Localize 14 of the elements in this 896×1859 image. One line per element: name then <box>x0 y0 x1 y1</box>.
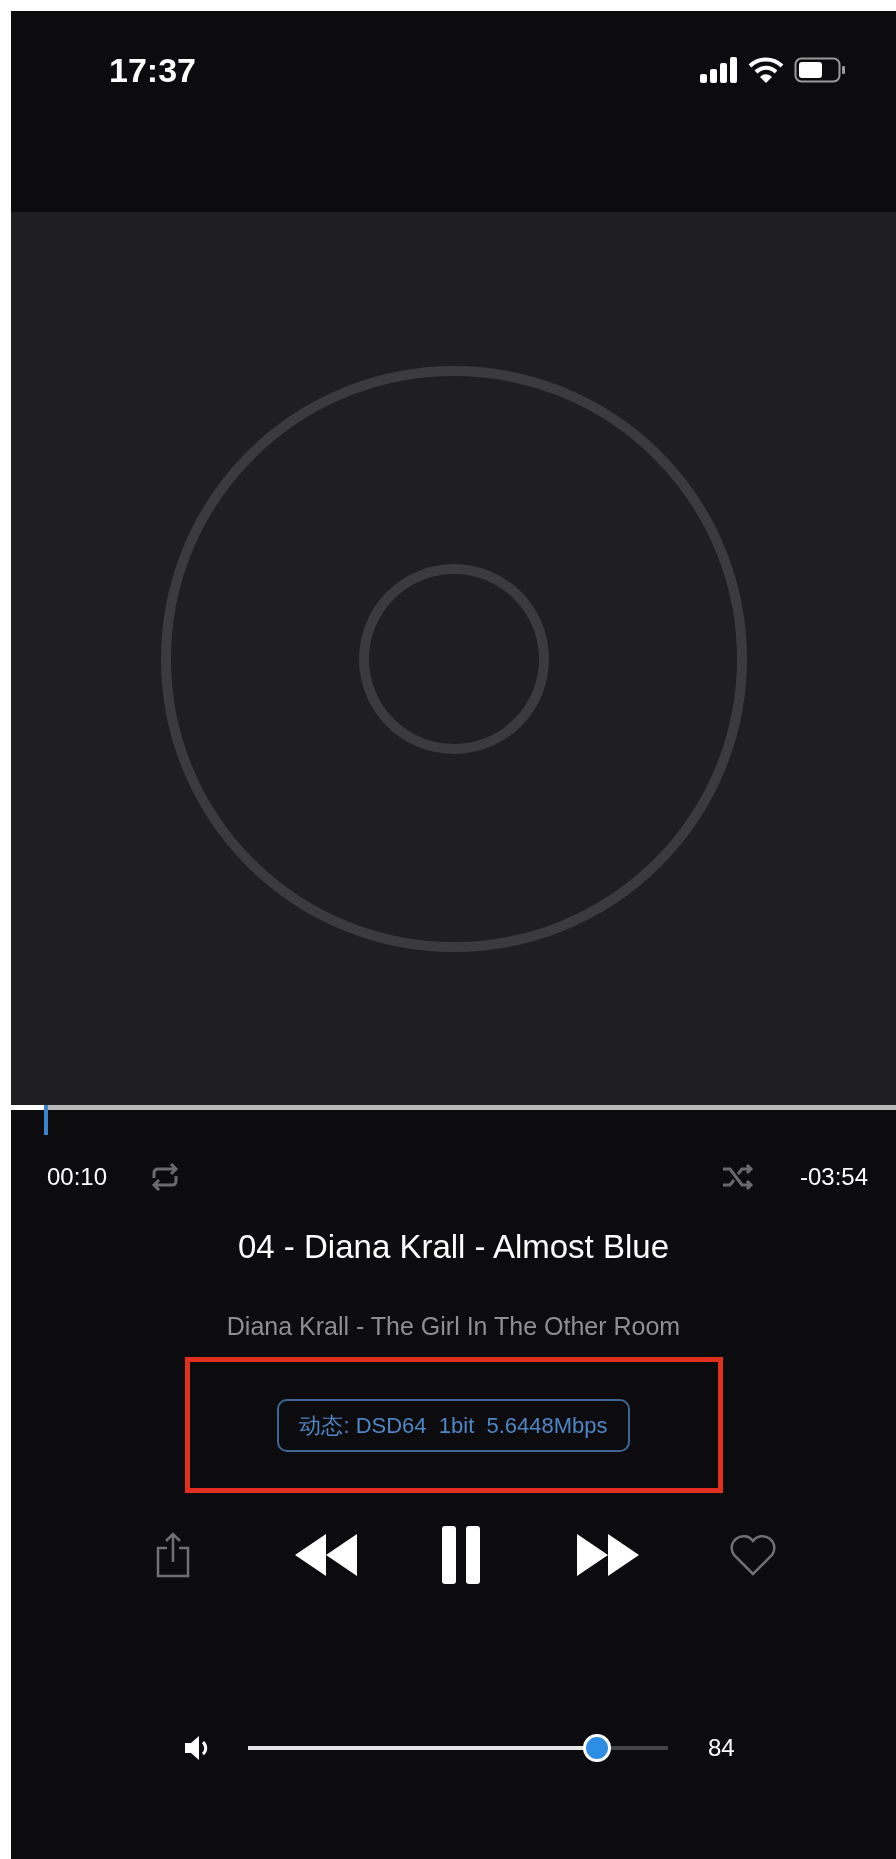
album-subtitle: Diana Krall - The Girl In The Other Room <box>226 1310 681 1342</box>
disc-placeholder-icon <box>160 365 747 952</box>
elapsed-time: 00:10 <box>47 1162 108 1192</box>
signal-icon <box>700 57 738 83</box>
status-time: 17:37 <box>109 53 196 87</box>
progress-thumb[interactable] <box>44 1105 49 1135</box>
volume-value: 84 <box>708 1733 735 1763</box>
remaining-time: -03:54 <box>799 1162 868 1192</box>
volume-slider[interactable] <box>248 1734 668 1762</box>
progress-slider[interactable] <box>11 1105 896 1135</box>
wifi-icon <box>748 57 784 83</box>
format-badge: 动态: DSD64 1bit 5.6448Mbps <box>277 1398 630 1452</box>
track-title: 04 - Diana Krall - Almost Blue <box>238 1227 669 1267</box>
battery-icon <box>794 57 846 83</box>
